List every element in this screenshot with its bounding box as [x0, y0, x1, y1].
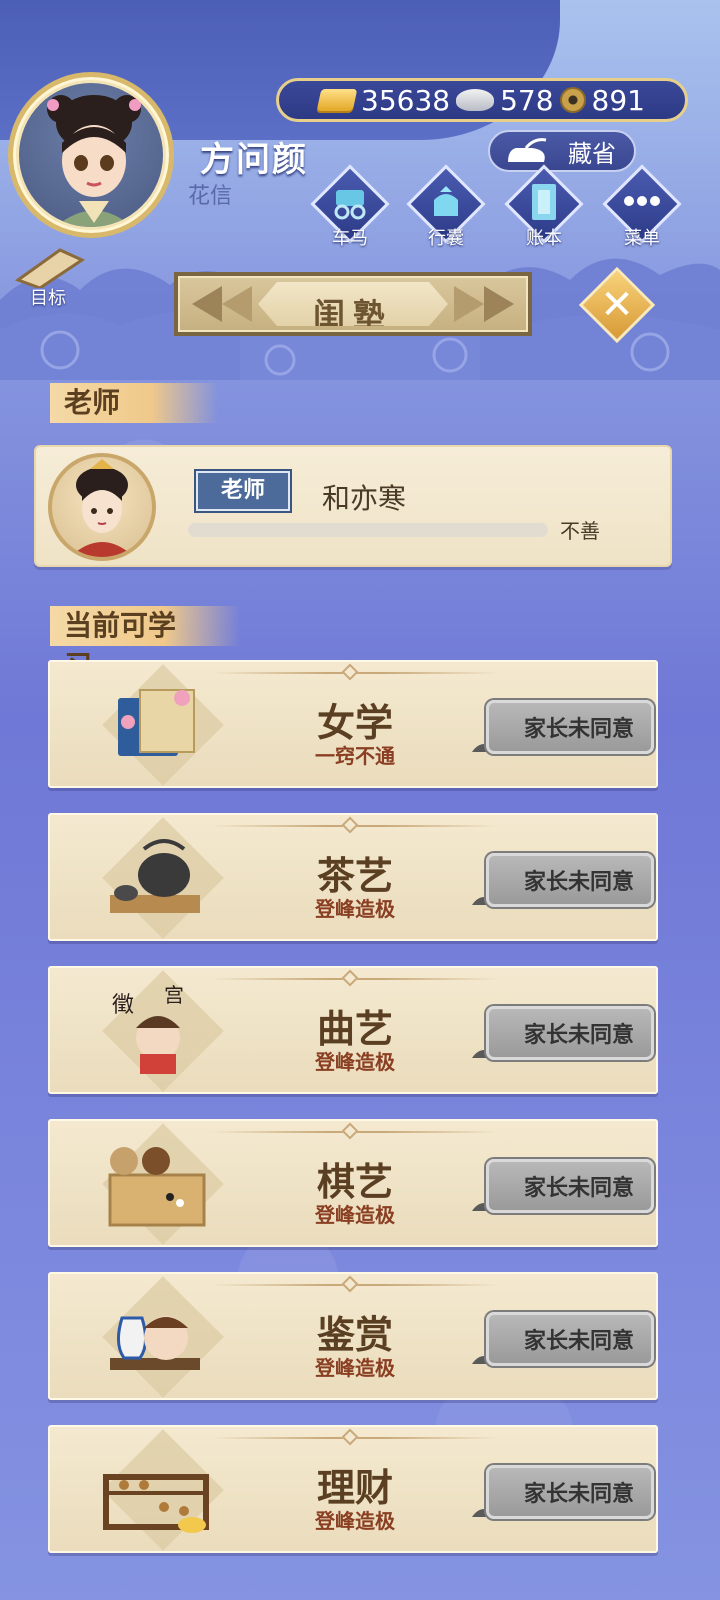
- course-name: 女学: [316, 700, 393, 745]
- teacher-card[interactable]: 老师 和亦寒 不善: [34, 445, 672, 567]
- course-level: 登峰造极: [315, 1356, 395, 1380]
- right-chevron-icon: [454, 286, 484, 322]
- page-title-frame: 闺塾: [174, 272, 532, 336]
- parent-not-agreed-button[interactable]: 家长未同意: [486, 1159, 654, 1213]
- music-icon: 徵宫: [112, 983, 184, 1074]
- parent-not-agreed-button[interactable]: 家长未同意: [486, 1465, 654, 1519]
- course-button-label: 家长未同意: [523, 1023, 634, 1048]
- course-level: 登峰造极: [315, 897, 395, 921]
- course-card[interactable]: 徵宫曲艺 登峰造极 家长未同意: [48, 966, 658, 1094]
- affinity-label: 不善: [560, 519, 600, 543]
- currency-bar: 35638 578 891: [276, 78, 688, 122]
- teapot-icon: [110, 839, 200, 913]
- course-button-label: 家长未同意: [523, 1329, 634, 1354]
- left-chevron-icon: [222, 286, 252, 322]
- abacus-icon: [103, 1474, 209, 1533]
- close-button[interactable]: ✕: [590, 278, 644, 332]
- parent-not-agreed-button[interactable]: 家长未同意: [486, 1006, 654, 1060]
- card-diamond-ornament: [341, 1428, 359, 1446]
- course-button-label: 家长未同意: [523, 1482, 634, 1507]
- course-card[interactable]: 女学 一窍不通 家长未同意: [48, 660, 658, 788]
- page-title-plate: 闺塾: [258, 282, 448, 326]
- course-button-label: 家长未同意: [523, 870, 634, 895]
- course-level: 登峰造极: [315, 1509, 395, 1533]
- player-name: 方问颜: [200, 140, 308, 180]
- parent-not-agreed-button[interactable]: 家长未同意: [486, 853, 654, 907]
- course-level: 登峰造极: [315, 1203, 395, 1227]
- right-chevron-icon: [484, 286, 514, 322]
- menu-label-more: 菜单: [624, 228, 660, 249]
- menu-bag-button[interactable]: 行囊: [406, 164, 486, 250]
- card-diamond-ornament: [341, 1275, 359, 1293]
- course-card[interactable]: 理财 登峰造极 家长未同意: [48, 1425, 658, 1553]
- iron-icon: [508, 138, 547, 162]
- store-button[interactable]: 藏省: [488, 130, 636, 172]
- goal-button[interactable]: 目标: [8, 244, 88, 309]
- left-chevron-icon: [192, 286, 222, 322]
- coin-amount: 891: [591, 83, 645, 117]
- course-name: 曲艺: [316, 1006, 393, 1051]
- teacher-section-label: 老师: [50, 383, 218, 423]
- menu-label-carriage: 车马: [332, 228, 368, 249]
- course-name: 理财: [316, 1465, 393, 1510]
- scroll-icon: [14, 248, 86, 290]
- menu-label-bag: 行囊: [428, 228, 464, 249]
- menu-label-ledger: 账本: [526, 228, 562, 249]
- parent-not-agreed-button[interactable]: 家长未同意: [486, 700, 654, 754]
- course-button-label: 家长未同意: [523, 717, 634, 742]
- teacher-role-tag: 老师: [196, 471, 290, 511]
- course-name: 棋艺: [316, 1159, 393, 1204]
- course-card[interactable]: 棋艺 登峰造极 家长未同意: [48, 1119, 658, 1247]
- course-level: 登峰造极: [315, 1050, 395, 1074]
- page-title: 闺塾: [312, 296, 393, 334]
- teacher-avatar: [48, 453, 156, 561]
- course-card[interactable]: 鉴赏 登峰造极 家长未同意: [48, 1272, 658, 1400]
- avatar-portrait: [19, 83, 163, 227]
- card-diamond-ornament: [341, 969, 359, 987]
- course-level: 一窍不通: [315, 744, 395, 768]
- lady-portrait-icon: [70, 459, 134, 557]
- gold-ingot-icon: [316, 89, 358, 111]
- menu-more-button[interactable]: 菜单: [602, 164, 682, 250]
- menu-carriage-button[interactable]: 车马: [310, 164, 390, 250]
- copper-coin-icon: [559, 87, 586, 113]
- bag-glyph-icon: [434, 186, 458, 216]
- carriage-glyph-icon: [334, 190, 366, 220]
- course-name: 鉴赏: [316, 1312, 393, 1357]
- gold-amount: 35638: [361, 83, 451, 117]
- girl-portrait-icon: [47, 95, 141, 227]
- teacher-name: 和亦寒: [322, 482, 407, 515]
- ledger-glyph-icon: [532, 184, 556, 220]
- menu-ledger-button[interactable]: 账本: [504, 164, 584, 250]
- card-diamond-ornament: [341, 1122, 359, 1140]
- vase-icon: [110, 1316, 200, 1370]
- course-card[interactable]: 茶艺 登峰造极 家长未同意: [48, 813, 658, 941]
- silver-ingot-icon: [456, 89, 495, 111]
- book-icon: [118, 689, 195, 756]
- svg-text:宫: 宫: [164, 983, 184, 1007]
- course-button-label: 家长未同意: [523, 1176, 634, 1201]
- player-title: 花信: [188, 184, 233, 209]
- svg-text:徵: 徵: [112, 993, 134, 1018]
- quick-menu: 车马 行囊 账本 菜单: [310, 164, 690, 250]
- parent-not-agreed-button[interactable]: 家长未同意: [486, 1312, 654, 1366]
- dots-glyph-icon: [624, 196, 660, 206]
- goal-label: 目标: [30, 288, 66, 309]
- card-diamond-ornament: [341, 816, 359, 834]
- card-diamond-ornament: [341, 663, 359, 681]
- go-board-icon: [108, 1147, 206, 1227]
- course-name: 茶艺: [316, 853, 393, 898]
- silver-amount: 578: [500, 83, 554, 117]
- player-avatar[interactable]: [8, 72, 174, 238]
- courses-section-label: 当前可学习: [50, 606, 240, 682]
- affinity-bar: [188, 523, 548, 537]
- store-label: 藏省: [568, 139, 616, 168]
